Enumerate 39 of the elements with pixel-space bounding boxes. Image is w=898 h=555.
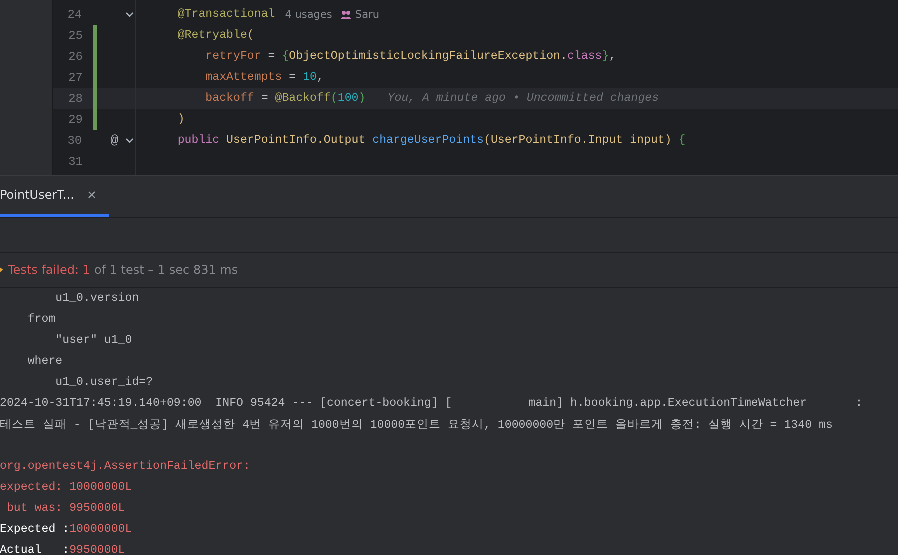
blame-annotation: You, A minute ago • Uncommitted changes (388, 92, 660, 105)
console-line: expected: 10000000L (0, 481, 132, 494)
run-tab[interactable]: PointUserT... (0, 176, 108, 217)
chevron-icon[interactable] (125, 136, 135, 146)
console-line: Actual :9950000L (0, 544, 126, 555)
console-line: Expected :10000000L (0, 523, 132, 536)
line-number: 26 (68, 50, 83, 64)
console-line: but was: 9950000L (6, 502, 126, 515)
console-line: org.opentest4j.AssertionFailedError: (0, 460, 250, 473)
gutter-marker[interactable]: @ (110, 133, 119, 148)
test-summary: of 1 test – 1 sec 831 ms (94, 263, 238, 277)
people-icon (340, 10, 352, 20)
console-line: u1_0.user_id=? (54, 376, 154, 389)
tests-failed-label: Tests failed: 1 (8, 263, 90, 277)
line-number: 29 (68, 112, 83, 126)
chevron-icon[interactable] (125, 10, 135, 20)
code-line: backoff = @Backoff(100) (204, 92, 366, 105)
line-number: 28 (68, 92, 83, 106)
warning-icon (0, 265, 4, 275)
console-line: u1_0.version (54, 292, 140, 305)
code-line: maxAttempts = 10, (204, 71, 324, 84)
usages-hint[interactable]: 4 usages (285, 8, 332, 20)
code-line: @Transactional (176, 8, 276, 21)
line-number: 25 (68, 28, 83, 42)
line-number: 30 (66, 134, 82, 148)
author-hint[interactable]: Saru (355, 8, 380, 20)
line-number: 27 (68, 70, 83, 84)
code-line: retryFor = {ObjectOptimisticLockingFailureException.class}, (204, 50, 616, 63)
code-line: ) (176, 113, 185, 126)
console-line: "user" u1_0 (54, 334, 132, 347)
console-line: where (26, 355, 63, 368)
code-line: public UserPointInfo.Output chargeUserPoints(UserPointInfo.Input input) { (176, 134, 686, 147)
line-number: 24 (66, 8, 82, 22)
console-line: from (26, 313, 56, 326)
close-icon[interactable] (86, 190, 96, 200)
code-line: @Retryable( (176, 29, 254, 42)
console-line: 테스트 실패 - [낙관적_성공] 새로생성한 4번 유저의 1000번의 10000포인트 요청시, 10000000만 포인트 올바르게 충전: 실행 시간 = 1340 ms (0, 418, 833, 432)
line-number: 31 (68, 154, 83, 168)
console-line: 2024-10-31T17:45:19.140+09:00 INFO 95424 --- [concert-booking] [ main] h.booking.app.ExecutionTimeWatcher : (0, 397, 863, 410)
